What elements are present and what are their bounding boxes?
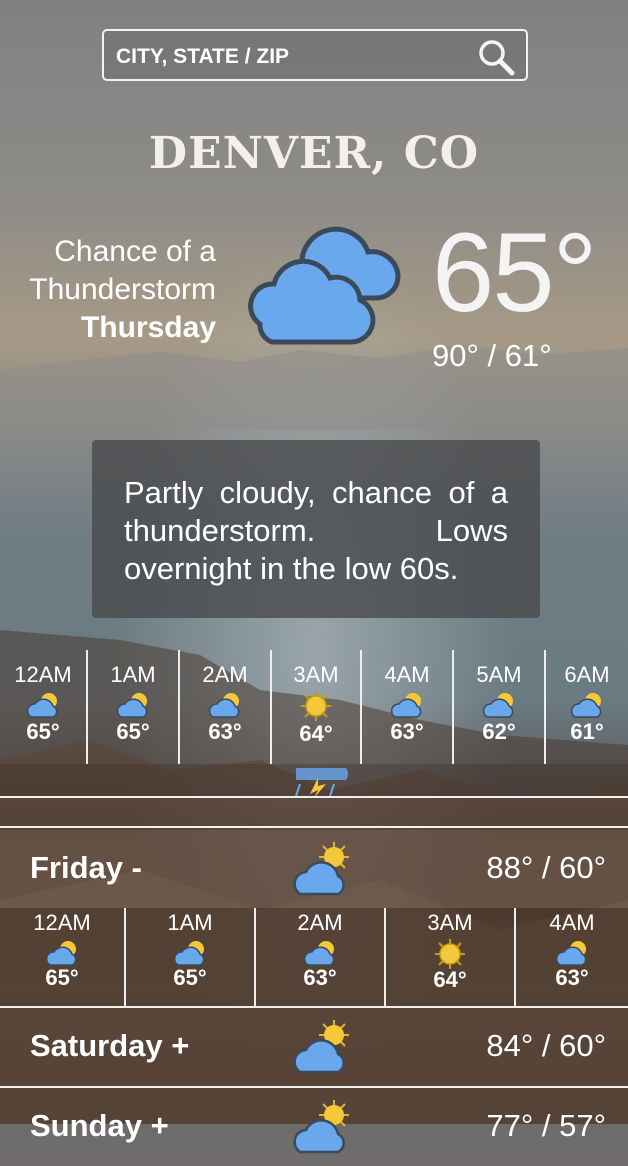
hour-item[interactable]: 1AM 65° [126,908,256,1006]
partly-cloudy-icon [555,941,587,966]
hour-temp: 62° [482,719,516,744]
hour-time: 3AM [427,910,473,935]
search-box[interactable] [102,29,528,81]
day-row-saturday[interactable]: Saturday + 84° / 60° [0,1008,628,1086]
hour-time: 12AM [33,910,91,935]
storm-icon [295,768,348,798]
hidden-day-row [0,764,628,798]
friday-hourly-strip[interactable]: 12AM 65° 1AM 65° 2AM 63° 3AM 64° 4AM 63° [0,908,628,1006]
search-icon[interactable] [476,37,516,82]
day-temps: 77° / 57° [486,1108,606,1143]
day-temps: 88° / 60° [486,850,606,885]
partly-cloudy-icon [173,941,205,966]
hour-time: 4AM [549,910,595,935]
partly-cloudy-icon [45,941,77,966]
sun-icon [301,691,331,721]
day-name: Saturday + [30,1028,190,1063]
condition-line1: Chance of a [54,235,216,268]
partly-cloudy-icon [116,693,148,718]
hour-time: 2AM [297,910,343,935]
condition-line2: Thunderstorm [29,273,216,306]
hour-time: 1AM [110,662,156,687]
current-day: Thursday [80,311,216,344]
hour-item[interactable]: 5AM 62° [454,650,546,764]
hour-item[interactable]: 4AM 63° [362,650,454,764]
hour-time: 3AM [293,662,339,687]
day-row-friday[interactable]: Friday - 88° / 60° [0,830,628,908]
hour-time: 2AM [202,662,248,687]
hour-temp: 61° [570,719,604,744]
partly-cloudy-icon [240,222,410,357]
current-temp: 65° [432,210,597,335]
hour-item[interactable]: 1AM 65° [88,650,180,764]
hour-item[interactable]: 6AM 61° [546,650,628,764]
hour-time: 6AM [564,662,610,687]
hour-time: 5AM [476,662,522,687]
search-input[interactable] [114,39,468,75]
hour-temp: 63° [555,965,589,990]
sun-icon [435,939,465,969]
current-condition: Chance of a Thunderstorm Thursday [0,233,216,347]
partly-cloudy-icon [26,693,58,718]
forecast-description: Partly cloudy, chance of a thunderstorm.… [92,440,540,618]
hour-temp: 63° [390,719,424,744]
hour-time: 12AM [14,662,72,687]
partly-cloudy-icon [293,842,349,896]
hour-time: 1AM [167,910,213,935]
hour-temp: 64° [433,967,467,992]
day-temps: 84° / 60° [486,1028,606,1063]
day-name: Friday - [30,850,142,885]
partly-cloudy-icon [293,1020,349,1074]
hour-item[interactable]: 12AM 65° [0,650,88,764]
partly-cloudy-icon [208,693,240,718]
partly-cloudy-icon [293,1100,349,1154]
current-hilo: 90° / 61° [432,338,552,373]
hour-item[interactable]: 2AM 63° [180,650,272,764]
day-row-sunday[interactable]: Sunday + 77° / 57° [0,1088,628,1166]
partly-cloudy-icon [482,693,514,718]
divider [0,796,628,798]
hour-item[interactable]: 4AM 63° [516,908,628,1006]
hour-temp: 63° [208,719,242,744]
hour-temp: 65° [116,719,150,744]
hour-temp: 65° [26,719,60,744]
hour-temp: 65° [173,965,207,990]
hour-item[interactable]: 3AM 64° [386,908,516,1006]
hour-temp: 65° [45,965,79,990]
hour-item[interactable]: 3AM 64° [272,650,362,764]
hour-time: 4AM [384,662,430,687]
hour-item[interactable]: 12AM 65° [0,908,126,1006]
hourly-strip[interactable]: 12AM 65° 1AM 65° 2AM 63° 3AM 64° 4AM 63°… [0,650,628,764]
hour-temp: 64° [299,721,333,746]
divider [0,826,628,828]
partly-cloudy-icon [303,941,335,966]
hour-temp: 63° [303,965,337,990]
location-title: DENVER, CO [148,128,480,179]
partly-cloudy-icon [570,693,602,718]
partly-cloudy-icon [390,693,422,718]
day-name: Sunday + [30,1108,169,1143]
hour-item[interactable]: 2AM 63° [256,908,386,1006]
